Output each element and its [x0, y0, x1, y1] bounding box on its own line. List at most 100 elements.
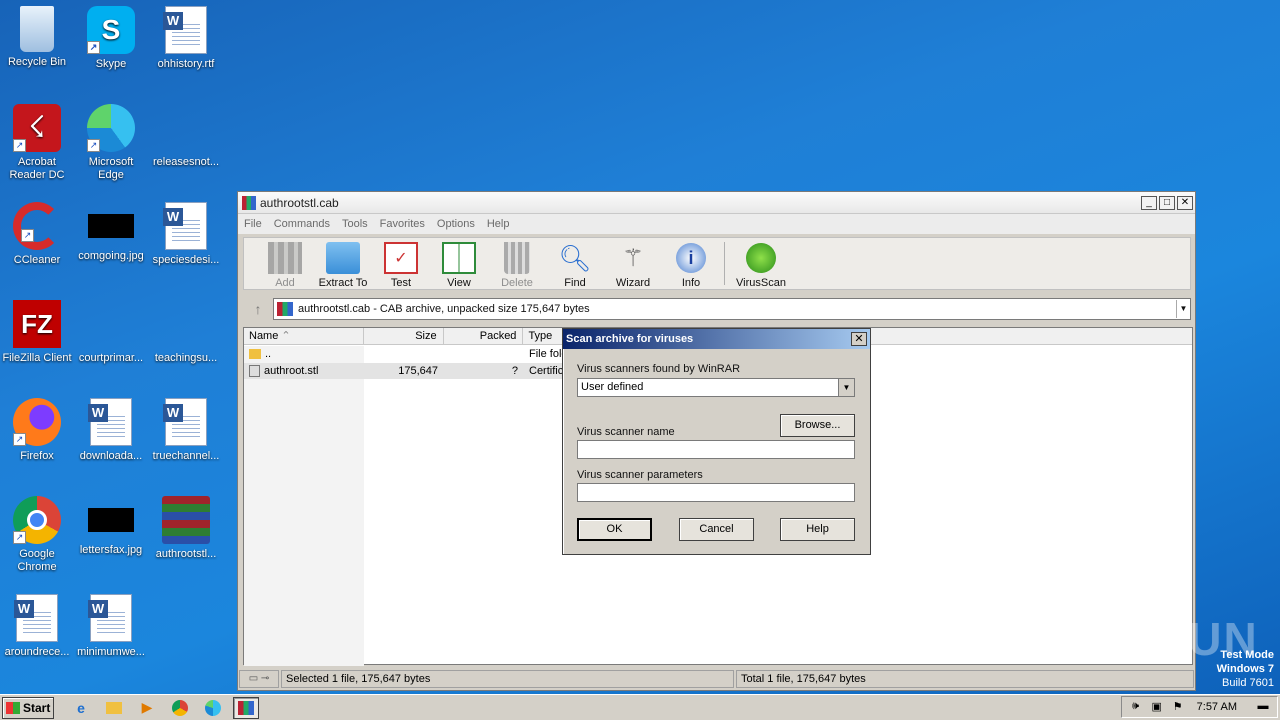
taskbar-explorer-icon[interactable] — [101, 697, 127, 719]
desktop-icon-ccleaner[interactable]: ↗ CCleaner — [0, 202, 74, 267]
taskbar-edge-icon[interactable] — [200, 697, 226, 719]
desktop-icon-acrobat[interactable]: ☇ ↗ Acrobat Reader DC — [0, 104, 74, 182]
view-book-icon — [442, 242, 476, 274]
trash-icon — [504, 242, 530, 274]
menu-favorites[interactable]: Favorites — [380, 218, 425, 230]
cancel-button[interactable]: Cancel — [679, 518, 754, 541]
desktop-icon-label: aroundrece... — [4, 646, 70, 658]
toolbar: Add Extract To ✓ Test View Delete 🔍︎ Fin… — [243, 237, 1191, 290]
desktop-icon-label: Google Chrome — [17, 548, 57, 573]
table-row[interactable]: .. File folc — [244, 346, 604, 362]
desktop-icon-teachingsu[interactable]: teachingsu... — [149, 300, 223, 365]
desktop-icon-aroundrece[interactable]: W aroundrece... — [0, 594, 74, 659]
name-column-shade — [244, 346, 364, 666]
chrome-icon: ↗ — [13, 496, 61, 544]
minimize-button[interactable]: _ — [1141, 195, 1157, 210]
desktop-icon-label: speciesdesi... — [152, 254, 220, 266]
toolbar-delete-button[interactable]: Delete — [488, 238, 546, 289]
toolbar-label: Add — [275, 277, 295, 289]
desktop-icon-chrome[interactable]: ↗ Google Chrome — [0, 496, 74, 574]
recycle-bin-icon — [20, 6, 54, 52]
system-tray: 🕪︎ ▣ ⚑ 7:57 AM ▬ — [1121, 696, 1278, 718]
browse-button[interactable]: Browse... — [780, 414, 855, 437]
desktop-icon-edge[interactable]: ↗ Microsoft Edge — [74, 104, 148, 182]
clock[interactable]: 7:57 AM — [1197, 701, 1237, 713]
desktop-icon-label: releasesnot... — [152, 156, 220, 168]
chevron-down-icon[interactable]: ▼ — [1176, 300, 1190, 318]
column-packed[interactable]: Packed — [444, 328, 524, 344]
column-name[interactable]: Name ⌃ — [244, 328, 364, 344]
desktop-icon-skype[interactable]: S ↗ Skype — [74, 6, 148, 71]
toolbar-view-button[interactable]: View — [430, 238, 488, 289]
toolbar-wizard-button[interactable]: ⚚ Wizard — [604, 238, 662, 290]
close-button[interactable]: ✕ — [1177, 195, 1193, 210]
desktop-icon-releasesnot[interactable]: releasesnot... — [149, 104, 223, 169]
toolbar-add-button[interactable]: Add — [256, 238, 314, 289]
ok-button[interactable]: OK — [577, 518, 652, 541]
toolbar-find-button[interactable]: 🔍︎ Find — [546, 238, 604, 290]
desktop-icon-ohhistory[interactable]: W ohhistory.rtf — [149, 6, 223, 71]
scanner-params-field[interactable] — [577, 483, 855, 502]
menu-help[interactable]: Help — [487, 218, 510, 230]
desktop-icon-firefox[interactable]: ↗ Firefox — [0, 398, 74, 463]
desktop-icon-speciesdesi[interactable]: W speciesdesi... — [149, 202, 223, 267]
desktop-icon-authrootstl[interactable]: authrootstl... — [149, 496, 223, 561]
address-field[interactable]: authrootstl.cab - CAB archive, unpacked … — [273, 298, 1191, 320]
taskbar-winrar-icon[interactable] — [233, 696, 259, 719]
ccleaner-icon: ↗ — [13, 202, 61, 250]
word-document-icon: W — [163, 6, 207, 54]
menu-bar: File Commands Tools Favorites Options He… — [238, 214, 1195, 234]
window-titlebar[interactable]: authrootstl.cab _ □ ✕ — [238, 192, 1195, 214]
toolbar-test-button[interactable]: ✓ Test — [372, 238, 430, 289]
desktop-icon-label: ohhistory.rtf — [157, 58, 215, 70]
table-row[interactable]: authroot.stl 175,647 ? Certific — [244, 363, 570, 379]
drive-key-icon[interactable]: ▭ ⊸ — [239, 670, 279, 688]
start-button[interactable]: Start — [2, 696, 54, 719]
filezilla-icon: FZ — [13, 300, 61, 348]
column-size[interactable]: Size — [364, 328, 444, 344]
desktop-icon-label: Skype — [95, 58, 127, 70]
taskbar-chrome-icon[interactable] — [167, 697, 193, 719]
toolbar-label: Extract To — [318, 277, 368, 289]
desktop-icon-label: Acrobat Reader DC — [9, 156, 65, 181]
toolbar-separator — [724, 242, 725, 285]
word-document-icon: W — [163, 398, 207, 446]
file-icon — [162, 300, 210, 348]
dialog-close-icon[interactable]: ✕ — [851, 332, 867, 346]
desktop-icon-minimumwe[interactable]: W minimumwe... — [74, 594, 148, 659]
scanner-name-field[interactable] — [577, 440, 855, 459]
menu-file[interactable]: File — [244, 218, 262, 230]
wand-icon: ⚚ — [622, 244, 644, 272]
taskbar: Start e ▶ 🕪︎ ▣ ⚑ 7:57 AM ▬ — [0, 694, 1280, 720]
desktop-icon-filezilla[interactable]: FZ FileZilla Client — [0, 300, 74, 365]
menu-tools[interactable]: Tools — [342, 218, 368, 230]
menu-commands[interactable]: Commands — [274, 218, 330, 230]
desktop-icon-comgoing[interactable]: comgoing.jpg — [74, 202, 148, 263]
firefox-icon: ↗ — [13, 398, 61, 446]
desktop-icon-lettersfax[interactable]: lettersfax.jpg — [74, 496, 148, 557]
flag-icon[interactable]: ⚑ — [1170, 700, 1186, 714]
desktop-icon-downloada[interactable]: W downloada... — [74, 398, 148, 463]
taskbar-media-player-icon[interactable]: ▶ — [134, 697, 160, 719]
menu-options[interactable]: Options — [437, 218, 475, 230]
desktop-icon-recycle-bin[interactable]: Recycle Bin — [0, 6, 74, 69]
desktop-icon-label: lettersfax.jpg — [79, 544, 143, 556]
chevron-down-icon[interactable]: ▼ — [838, 379, 854, 396]
volume-icon[interactable]: 🕪︎ — [1128, 700, 1144, 714]
desktop-icon-truechannel[interactable]: W truechannel... — [149, 398, 223, 463]
maximize-button[interactable]: □ — [1159, 195, 1175, 210]
desktop-icon-courtprimar[interactable]: courtprimar... — [74, 300, 148, 365]
up-arrow-icon[interactable]: ↑ — [243, 298, 273, 320]
toolbar-extract-button[interactable]: Extract To — [314, 238, 372, 289]
help-button[interactable]: Help — [780, 518, 855, 541]
scanner-name-label: Virus scanner name — [577, 426, 675, 438]
dialog-titlebar[interactable]: Scan archive for viruses ✕ — [563, 329, 870, 349]
windows-logo-icon — [6, 701, 20, 714]
toolbar-info-button[interactable]: i Info — [662, 238, 720, 289]
toolbar-virusscan-button[interactable]: VirusScan — [729, 238, 793, 289]
taskbar-ie-icon[interactable]: e — [68, 697, 94, 719]
show-desktop-icon[interactable]: ▬ — [1255, 700, 1271, 714]
scanner-select[interactable]: User defined ▼ — [577, 378, 855, 397]
test-mode-text: Test Mode Windows 7 Build 7601 — [1216, 649, 1274, 689]
network-icon[interactable]: ▣ — [1149, 700, 1165, 714]
